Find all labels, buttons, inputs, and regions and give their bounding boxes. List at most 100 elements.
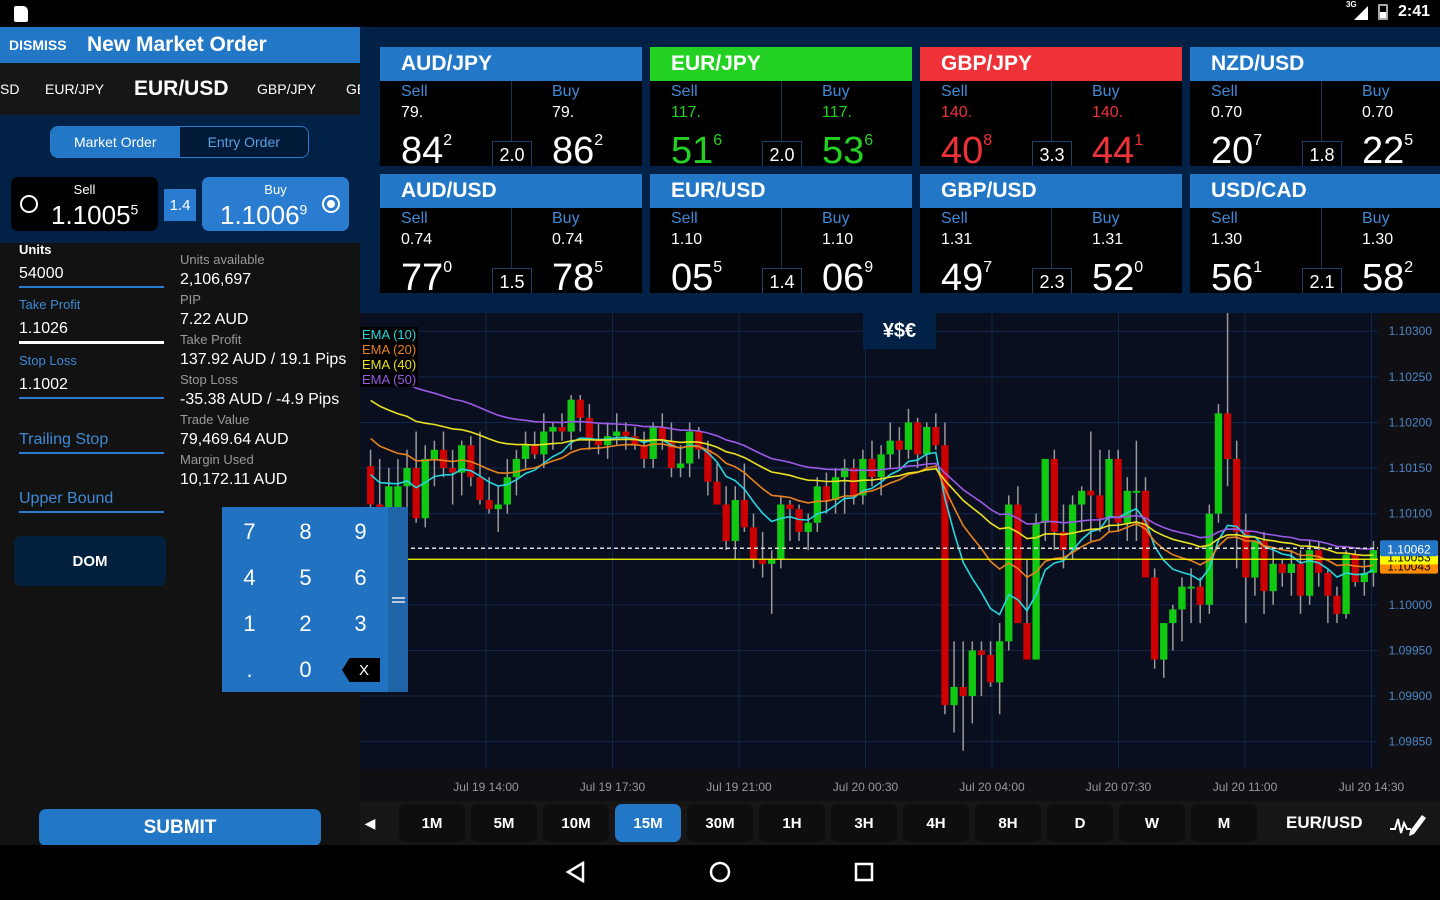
key-decimal[interactable]: . (222, 647, 277, 693)
timeframe-10m[interactable]: 10M (543, 804, 609, 842)
buy-label: Buy (1092, 210, 1120, 227)
quote-buy[interactable]: Buy 1.31 520 (1092, 210, 1143, 297)
timeframe-5m[interactable]: 5M (471, 804, 537, 842)
quote-buy[interactable]: Buy 79. 862 (552, 83, 603, 170)
key-4[interactable]: 4 (222, 555, 277, 601)
sell-label: Sell (671, 210, 698, 227)
key-3[interactable]: 3 (333, 601, 388, 647)
quote-tile[interactable]: GBP/USD Sell 1.31 497 Buy 1.31 520 2.3 (920, 174, 1182, 297)
quote-sell[interactable]: Sell 1.30 561 (1211, 210, 1262, 297)
pair-tab[interactable]: GE (346, 81, 360, 97)
quote-buy[interactable]: Buy 117. 536 (822, 83, 873, 170)
key-1[interactable]: 1 (222, 601, 277, 647)
submit-button[interactable]: SUBMIT (39, 809, 321, 846)
sell-option[interactable]: Sell 1.10055 (11, 177, 158, 231)
currency-symbols-icon[interactable]: ¥$€ (863, 313, 936, 349)
quote-sell[interactable]: Sell 140. 408 (941, 83, 992, 170)
candle-up (540, 431, 548, 455)
quote-sell[interactable]: Sell 0.74 770 (401, 210, 452, 297)
chart-symbol-button[interactable]: EUR/USD (1286, 813, 1363, 833)
chart-canvas[interactable]: 1.10300 1.10250 1.10200 1.10150 1.10100 1.100… (360, 313, 1440, 801)
sell-pips-value: 51 (671, 130, 714, 172)
pair-selector[interactable]: SD EUR/JPY EUR/USD GBP/JPY GE (0, 63, 360, 115)
quote-pair: GBP/USD (920, 174, 1182, 208)
draw-tools-icon[interactable] (1388, 809, 1428, 837)
android-nav-bar (0, 845, 1440, 900)
pair-tab[interactable]: GBP/JPY (257, 81, 316, 97)
timeframe-w[interactable]: W (1119, 804, 1185, 842)
quote-tile[interactable]: USD/CAD Sell 1.30 561 Buy 1.30 582 2.1 (1190, 174, 1440, 297)
scroll-left-icon[interactable]: ◀ (360, 804, 380, 842)
quote-buy[interactable]: Buy 140. 441 (1092, 83, 1143, 170)
take-profit-input[interactable]: 1.1026 (19, 316, 164, 344)
dismiss-button[interactable]: DISMISS (0, 37, 87, 53)
keypad-drag-handle[interactable] (388, 507, 408, 692)
buy-pips-value: 58 (1362, 257, 1405, 299)
home-icon[interactable] (708, 860, 732, 884)
key-9[interactable]: 9 (333, 509, 388, 555)
quote-tile[interactable]: AUD/JPY Sell 79. 842 Buy 79. 862 2.0 (380, 47, 642, 170)
quote-tile[interactable]: EUR/JPY Sell 117. 516 Buy 117. 536 2.0 (650, 47, 912, 170)
quote-sell[interactable]: Sell 117. 516 (671, 83, 722, 170)
sell-pips-sup: 1 (1253, 259, 1263, 276)
quote-tile[interactable]: AUD/USD Sell 0.74 770 Buy 0.74 785 1.5 (380, 174, 642, 297)
timeframe-4h[interactable]: 4H (903, 804, 969, 842)
buy-option[interactable]: Buy 1.10069 (202, 177, 349, 231)
quote-tile[interactable]: EUR/USD Sell 1.10 055 Buy 1.10 069 1.4 (650, 174, 912, 297)
quote-buy[interactable]: Buy 0.70 225 (1362, 83, 1413, 170)
pair-tab-active[interactable]: EUR/USD (134, 77, 229, 101)
key-7[interactable]: 7 (222, 509, 277, 555)
buy-pips-sup: 5 (594, 259, 604, 276)
sell-label: Sell (73, 182, 96, 197)
tab-market-order[interactable]: Market Order (51, 127, 180, 157)
units-input[interactable]: 54000 (19, 261, 164, 288)
timeframe-3h[interactable]: 3H (831, 804, 897, 842)
key-8[interactable]: 8 (278, 509, 333, 555)
key-5[interactable]: 5 (278, 555, 333, 601)
quote-buy[interactable]: Buy 1.10 069 (822, 210, 873, 297)
candle-down (1141, 490, 1150, 578)
back-icon[interactable] (565, 860, 587, 884)
quote-sell[interactable]: Sell 1.31 497 (941, 210, 992, 297)
quote-buy[interactable]: Buy 1.30 582 (1362, 210, 1413, 297)
timeframe-1m[interactable]: 1M (399, 804, 465, 842)
pair-tab[interactable]: SD (0, 81, 19, 97)
timeframe-m[interactable]: M (1191, 804, 1257, 842)
dom-button[interactable]: DOM (14, 536, 166, 586)
sell-label: Sell (401, 210, 428, 227)
order-header: DISMISS New Market Order (0, 27, 360, 63)
key-2[interactable]: 2 (278, 601, 333, 647)
stop-loss-label: Stop Loss (19, 353, 77, 368)
quote-tile[interactable]: NZD/USD Sell 0.70 207 Buy 0.70 225 1.8 (1190, 47, 1440, 170)
quote-sell[interactable]: Sell 79. 842 (401, 83, 452, 170)
quote-buy[interactable]: Buy 0.74 785 (552, 210, 603, 297)
quote-sell[interactable]: Sell 1.10 055 (671, 210, 722, 297)
trailing-stop-field[interactable]: Trailing Stop (19, 431, 164, 454)
timeframe-15m[interactable]: 15M (615, 804, 681, 842)
quote-spread: 2.0 (492, 141, 532, 166)
recents-icon[interactable] (853, 860, 875, 884)
key-0[interactable]: 0 (278, 647, 333, 693)
buy-pips-sup: 2 (594, 132, 604, 149)
upper-bound-field[interactable]: Upper Bound (19, 490, 164, 513)
timeframe-30m[interactable]: 30M (687, 804, 753, 842)
timeframe-8h[interactable]: 8H (975, 804, 1041, 842)
stop-loss-input[interactable]: 1.1002 (19, 372, 164, 399)
sell-radio[interactable] (20, 195, 38, 213)
pair-tab[interactable]: EUR/JPY (45, 81, 104, 97)
buy-radio-selected[interactable] (322, 195, 340, 213)
order-info: Units available 2,106,697 PIP 7.22 AUD T… (180, 250, 346, 490)
quote-tile[interactable]: GBP/JPY Sell 140. 408 Buy 140. 441 3.3 (920, 47, 1182, 170)
timeframe-1h[interactable]: 1H (759, 804, 825, 842)
timeframe-d[interactable]: D (1047, 804, 1113, 842)
sell-pips: 408 (941, 122, 992, 170)
sell-big-figure: 1.10 (671, 231, 703, 248)
candle-up (1132, 490, 1141, 493)
sell-label: Sell (941, 83, 968, 100)
price-chart[interactable]: ¥$€ 1.10300 1.10250 1.10200 1.10150 1.10100 1… (360, 313, 1440, 801)
sell-pips-sup: 2 (443, 132, 453, 149)
tab-entry-order[interactable]: Entry Order (179, 127, 308, 157)
backspace-key[interactable]: X (342, 658, 380, 682)
quote-sell[interactable]: Sell 0.70 207 (1211, 83, 1262, 170)
key-6[interactable]: 6 (333, 555, 388, 601)
